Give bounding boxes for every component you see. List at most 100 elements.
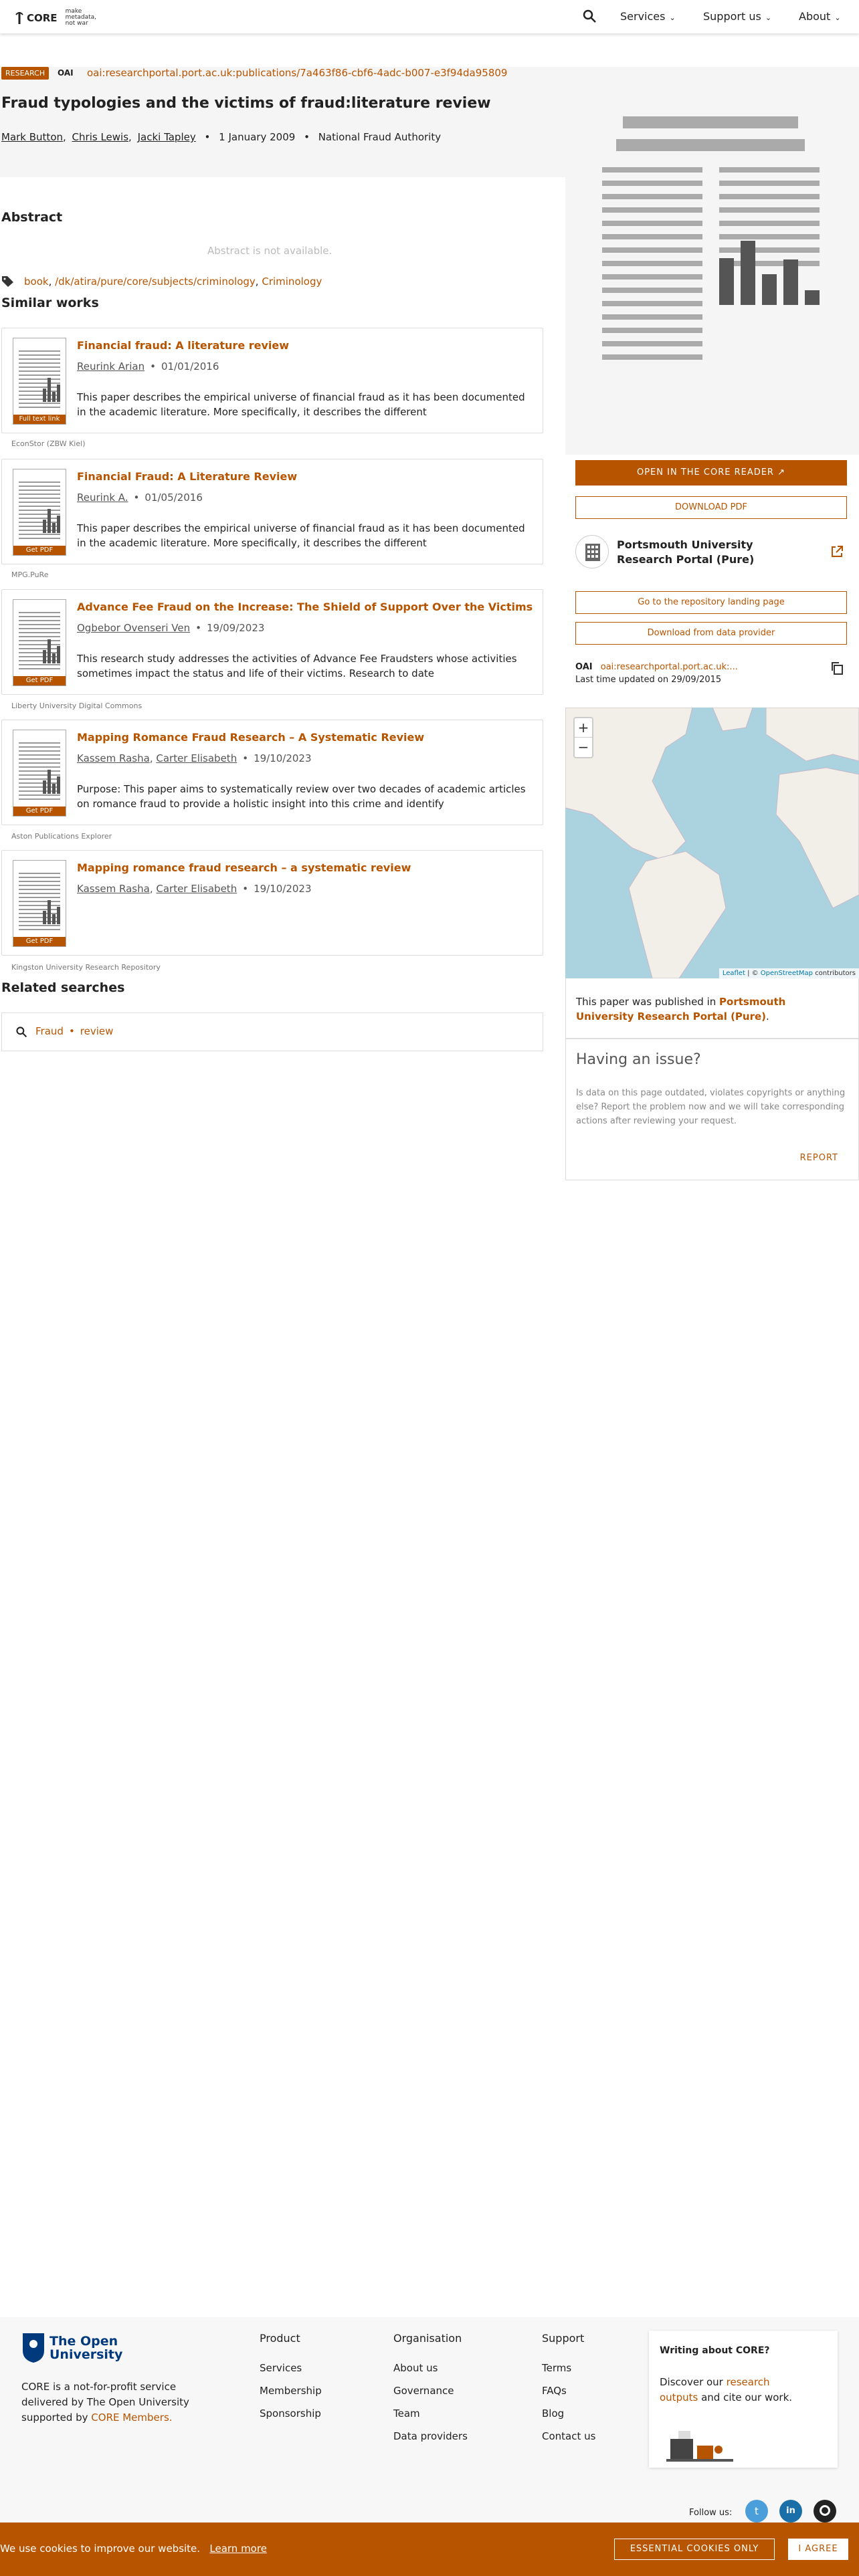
similar-work-meta: Kassem Rasha, Carter Elisabeth • 19/10/202… [77, 883, 312, 895]
external-link-icon[interactable] [830, 544, 844, 559]
similar-work-title[interactable]: Financial fraud: A literature review [77, 339, 289, 352]
similar-work-source: Kingston University Research Repository [11, 963, 161, 972]
footer-link[interactable]: Team [393, 2407, 468, 2420]
similar-work-card[interactable]: Full text link Financial fraud: A litera… [1, 328, 543, 433]
similar-work-title[interactable]: Mapping Romance Fraud Research – A Syste… [77, 731, 424, 744]
thumbnail-label: Full text link [13, 415, 66, 424]
twitter-icon[interactable]: t [745, 2500, 768, 2523]
similar-work-date: 19/10/2023 [254, 752, 312, 764]
footer-link[interactable]: Governance [393, 2385, 468, 2397]
document-thumbnail[interactable]: Get PDF [13, 599, 66, 686]
tag-list: book, /dk/atira/pure/core/subjects/crimi… [1, 276, 322, 288]
oai-identifier-link[interactable]: oai:researchportal.port.ac.uk:publicatio… [87, 67, 507, 79]
i-agree-button[interactable]: I AGREE [788, 2539, 848, 2560]
similar-work-title[interactable]: Financial Fraud: A Literature Review [77, 470, 297, 483]
author-link[interactable]: Chris Lewis [72, 131, 128, 143]
oai-record: OAI oai:researchportal.port.ac.uk:... La… [575, 662, 738, 685]
footer-link[interactable]: Data providers [393, 2430, 468, 2442]
download-from-provider-button[interactable]: Download from data provider [575, 622, 847, 645]
publisher: National Fraud Authority [318, 131, 442, 143]
essential-cookies-button[interactable]: ESSENTIAL COOKIES ONLY [614, 2539, 775, 2560]
search-icon[interactable] [582, 9, 597, 23]
similar-work-meta: Reurink Arian • 01/01/2016 [77, 360, 219, 372]
footer-link[interactable]: FAQs [542, 2385, 595, 2397]
nav-about[interactable]: About ⌄ [799, 10, 841, 23]
download-pdf-button[interactable]: DOWNLOAD PDF [575, 496, 847, 519]
footer-link[interactable]: Membership [260, 2385, 322, 2397]
similar-work-card[interactable]: Get PDF Advance Fee Fraud on the Increas… [1, 589, 543, 695]
repository-landing-button[interactable]: Go to the repository landing page [575, 591, 847, 614]
attribution-text: contributors [815, 970, 856, 977]
document-thumbnail[interactable]: Get PDF [13, 860, 66, 947]
published-prefix: This paper was published in [576, 996, 717, 1008]
thumbnail-label: Get PDF [13, 807, 66, 816]
chevron-down-icon: ⌄ [669, 13, 676, 22]
map-zoom-control: + − [573, 717, 593, 758]
similar-work-date: 19/10/2023 [254, 883, 312, 895]
related-searches-heading: Related searches [1, 980, 125, 995]
author-link[interactable]: Ogbebor Ovenseri Ven [77, 622, 190, 634]
nav-services[interactable]: Services ⌄ [620, 10, 676, 23]
document-thumbnail[interactable]: Get PDF [13, 469, 66, 556]
footer-column-organisation: Organisation About us Governance Team Da… [393, 2332, 468, 2453]
similar-work-card[interactable]: Get PDF Mapping Romance Fraud Research –… [1, 720, 543, 825]
related-search-item[interactable]: Fraud • review [1, 1012, 543, 1051]
leaflet-link[interactable]: Leaflet [723, 970, 745, 977]
thumbnail-label: Get PDF [13, 676, 66, 685]
tag-icon [2, 276, 13, 287]
abstract-heading: Abstract [1, 210, 63, 225]
author-link[interactable]: Reurink A. [77, 492, 128, 504]
site-footer: The Open University CORE is a not-for-pr… [0, 2317, 859, 2523]
zoom-out-button[interactable]: − [575, 738, 592, 757]
similar-work-title[interactable]: Mapping romance fraud research – a syste… [77, 861, 411, 874]
footer-link[interactable]: Services [260, 2362, 322, 2374]
copy-icon[interactable] [830, 661, 844, 675]
open-core-reader-button[interactable]: OPEN IN THE CORE READER ↗ [575, 460, 847, 486]
document-preview[interactable] [565, 67, 859, 455]
author-link[interactable]: Kassem Rasha [77, 752, 150, 764]
footer-link[interactable]: Sponsorship [260, 2407, 322, 2420]
map-tiles [565, 708, 859, 978]
zoom-in-button[interactable]: + [575, 718, 592, 738]
author-link[interactable]: Jacki Tapley [138, 131, 196, 143]
similar-work-source: Liberty University Digital Commons [11, 702, 142, 710]
similar-work-title[interactable]: Advance Fee Fraud on the Increase: The S… [77, 601, 533, 613]
document-thumbnail[interactable]: Full text link [13, 338, 66, 425]
footer-column-product: Product Services Membership Sponsorship [260, 2332, 322, 2430]
similar-work-card[interactable]: Get PDF Financial Fraud: A Literature Re… [1, 459, 543, 564]
footer-column-support: Support Terms FAQs Blog Contact us [542, 2332, 595, 2453]
footer-link[interactable]: Contact us [542, 2430, 595, 2442]
report-button[interactable]: REPORT [800, 1153, 838, 1163]
nav-about-label: About [799, 10, 831, 23]
author-link[interactable]: Carter Elisabeth [156, 883, 237, 895]
top-navbar: CORE make metadata, not war Services ⌄ Su… [0, 0, 859, 33]
tag-link[interactable]: book [24, 276, 49, 288]
author-link[interactable]: Mark Button [1, 131, 63, 143]
linkedin-icon[interactable]: in [779, 2500, 802, 2523]
learn-more-link[interactable]: Learn more [209, 2543, 267, 2555]
author-link[interactable]: Carter Elisabeth [156, 752, 237, 764]
footer-link[interactable]: Blog [542, 2407, 595, 2420]
footer-link[interactable]: Terms [542, 2362, 595, 2374]
nav-support-us[interactable]: Support us ⌄ [703, 10, 771, 23]
footer-link[interactable]: About us [393, 2362, 468, 2374]
ad-pre: Discover our [660, 2376, 723, 2388]
author-link[interactable]: Reurink Arian [77, 360, 145, 372]
similar-work-card[interactable]: Get PDF Mapping romance fraud research –… [1, 850, 543, 956]
core-logo[interactable]: CORE make metadata, not war [15, 9, 106, 27]
document-thumbnail[interactable]: Get PDF [13, 730, 66, 817]
provider-map[interactable]: + − Leaflet | © OpenStreetMap contributo… [565, 708, 859, 978]
similar-work-source: MPG.PuRe [11, 570, 49, 579]
core-members-link[interactable]: CORE Members. [91, 2411, 172, 2424]
author-link[interactable]: Kassem Rasha [77, 883, 150, 895]
similar-work-description: This paper describes the empirical unive… [77, 391, 525, 418]
paper-header [0, 67, 565, 177]
oai-short-link[interactable]: oai:researchportal.port.ac.uk:... [601, 662, 738, 672]
open-reader-label: OPEN IN THE CORE READER [636, 467, 774, 477]
github-icon[interactable] [814, 2500, 836, 2523]
ou-line2: University [50, 2347, 123, 2362]
open-university-logo[interactable]: The Open University [21, 2332, 122, 2364]
tag-link[interactable]: Criminology [262, 276, 322, 288]
tag-link[interactable]: /dk/atira/pure/core/subjects/criminology [55, 276, 256, 288]
osm-link[interactable]: OpenStreetMap [761, 970, 813, 977]
